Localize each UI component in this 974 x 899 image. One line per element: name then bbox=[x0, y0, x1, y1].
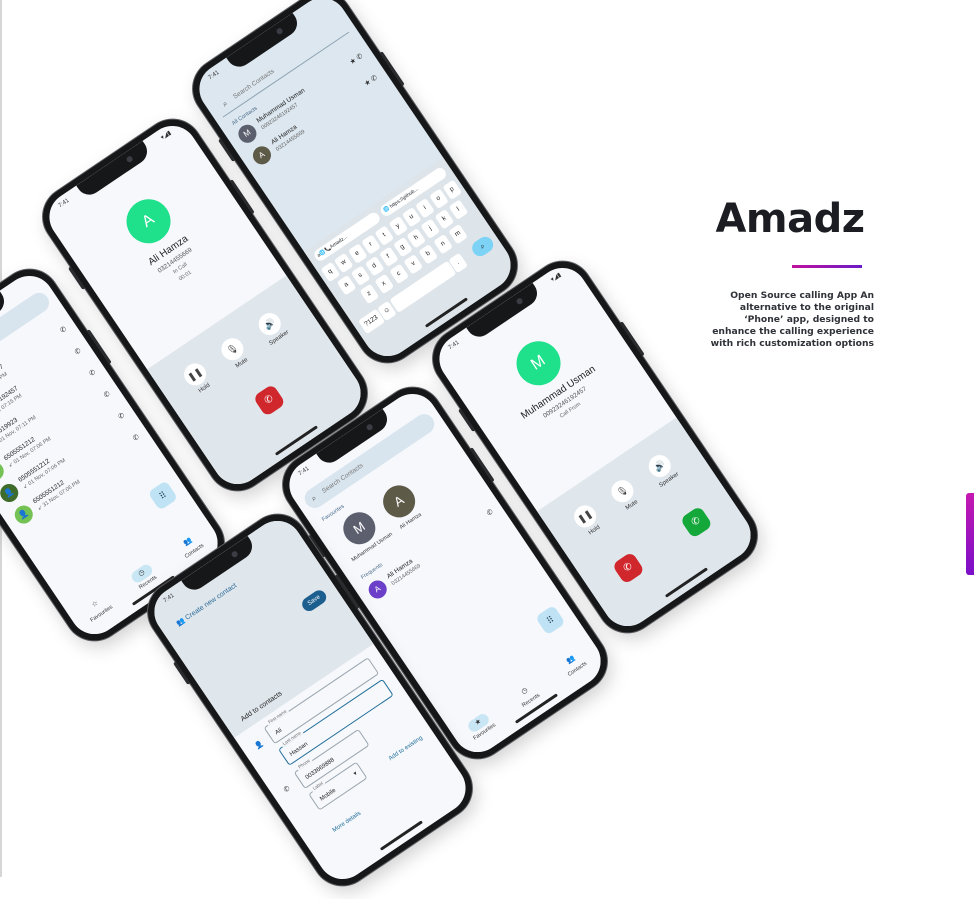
status-icons: ▾◢▮ bbox=[160, 130, 173, 142]
search-placeholder: Search Contacts bbox=[231, 67, 276, 101]
status-icons: ▾◢▮ bbox=[550, 272, 563, 284]
caller-number: 00923246192457 bbox=[542, 385, 589, 420]
phone-icon[interactable]: ✆ bbox=[59, 325, 68, 335]
page-title: 👥 Create new contact bbox=[175, 581, 238, 627]
status-time: 7:41 bbox=[162, 592, 176, 605]
phone-icon: ✆ bbox=[282, 785, 292, 795]
brand-title: Amadz bbox=[715, 196, 865, 242]
search-key[interactable]: ⌕ bbox=[469, 233, 497, 260]
person-icon: 👤 bbox=[253, 740, 265, 752]
avatar: 👤 bbox=[0, 458, 8, 484]
nav-contacts[interactable]: 👥 Contacts bbox=[551, 644, 595, 683]
phone-icon[interactable]: ✆ bbox=[485, 508, 495, 517]
tagline-line: ‘Phone’ app, designed to bbox=[744, 314, 874, 325]
key[interactable]: z bbox=[359, 283, 380, 305]
list-item[interactable]: A Ali Hamza 03214455669 ✆ bbox=[365, 504, 500, 605]
home-indicator bbox=[379, 820, 423, 851]
key[interactable]: m bbox=[448, 223, 468, 245]
caller-number: 03214455669 bbox=[156, 246, 194, 275]
phone-icon[interactable]: ✆ bbox=[102, 390, 112, 399]
key[interactable]: d bbox=[364, 256, 385, 277]
chevron-down-icon: ▾ bbox=[352, 770, 359, 778]
status-time: 7:41 bbox=[207, 69, 221, 82]
hold-button[interactable]: ❚❚ Hold bbox=[177, 357, 219, 399]
tagline-line: Open Source calling App An bbox=[730, 290, 874, 301]
dialpad-button[interactable]: ⠿ bbox=[147, 480, 179, 511]
dialpad-button[interactable]: ⠿ bbox=[535, 604, 566, 636]
hold-button[interactable]: ❚❚ Hold bbox=[567, 499, 609, 541]
avatar: 👤 bbox=[0, 480, 22, 506]
speaker-button[interactable]: 🔊 Speaker bbox=[251, 307, 293, 349]
edge-accent-bar bbox=[966, 493, 974, 575]
key[interactable]: n bbox=[433, 233, 454, 255]
phone-icon[interactable]: ✆ bbox=[131, 433, 141, 443]
nav-favourites[interactable]: ☆ Favourites bbox=[76, 589, 120, 628]
search-icon: ⌕ bbox=[220, 98, 230, 109]
notch bbox=[76, 140, 153, 200]
key[interactable]: b bbox=[418, 243, 439, 265]
star-icon[interactable]: ★ ✆ bbox=[363, 73, 379, 88]
field-value: Hassan bbox=[288, 741, 310, 758]
field-value: Ali bbox=[274, 727, 284, 737]
decline-call-button[interactable]: ✆ bbox=[611, 551, 646, 585]
add-to-existing-link[interactable]: Add to existing bbox=[388, 735, 424, 762]
search-placeholder: Search Contacts bbox=[320, 462, 365, 495]
avatar: A bbox=[249, 142, 275, 168]
phone-icon[interactable]: ✆ bbox=[88, 368, 97, 378]
field-value: Mobile bbox=[319, 787, 338, 803]
nav-favourites[interactable]: ★ Favourites bbox=[459, 707, 503, 746]
status-time: 7:41 bbox=[447, 339, 461, 352]
tagline-line: alternative to the original bbox=[739, 302, 874, 313]
status-time: 7:41 bbox=[57, 197, 71, 210]
key[interactable]: f bbox=[378, 246, 399, 268]
more-details-link[interactable]: More details bbox=[332, 811, 362, 834]
section-label: Favourites bbox=[321, 503, 346, 523]
avatar: 👤 bbox=[11, 502, 37, 528]
bottom-nav: ★ Favourites ◷ Recents 👥 Contacts bbox=[448, 634, 611, 762]
status-time: 7:41 bbox=[297, 465, 311, 478]
brand-tagline: Open Source calling App An alternative t… bbox=[710, 290, 874, 350]
key[interactable]: l bbox=[448, 199, 469, 220]
end-call-button[interactable]: ✆ bbox=[252, 383, 286, 417]
phone-icon[interactable]: ✆ bbox=[73, 346, 83, 356]
mute-button[interactable]: 🎙 Mute bbox=[604, 474, 646, 516]
mute-button[interactable]: 🎙 Mute bbox=[214, 332, 256, 374]
key[interactable]: x bbox=[374, 273, 395, 295]
phone-icon[interactable]: ✆ bbox=[117, 411, 126, 421]
save-button[interactable]: Save bbox=[299, 587, 329, 614]
answer-call-button[interactable]: ✆ bbox=[679, 505, 714, 539]
brand-divider bbox=[792, 265, 862, 268]
tagline-line: enhance the calling experience bbox=[712, 326, 874, 337]
search-icon: ⌕ bbox=[309, 493, 319, 503]
nav-recents[interactable]: ◷ Recents bbox=[505, 675, 549, 714]
key[interactable]: c bbox=[389, 263, 409, 285]
key[interactable]: s bbox=[350, 265, 371, 287]
key[interactable]: v bbox=[403, 253, 424, 275]
speaker-button[interactable]: 🔊 Speaker bbox=[641, 449, 683, 491]
tagline-line: with rich customization options bbox=[710, 338, 874, 349]
star-icon[interactable]: ★ ✆ bbox=[348, 52, 365, 67]
avatar: M bbox=[234, 121, 260, 147]
avatar: A bbox=[365, 576, 391, 602]
